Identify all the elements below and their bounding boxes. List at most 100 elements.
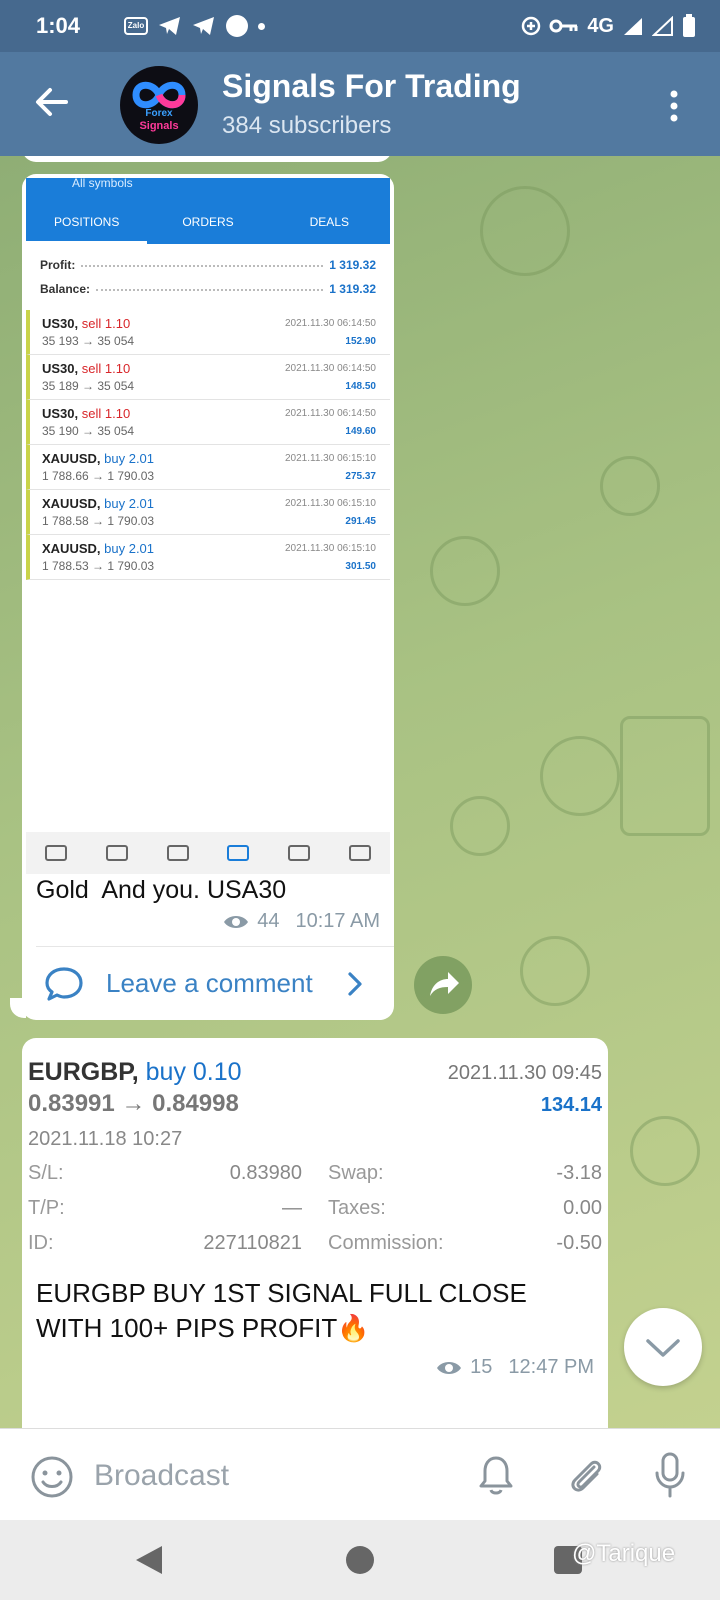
trade-prices: 0.83991 → 0.84998 <box>28 1090 239 1117</box>
nav-home-icon[interactable] <box>346 1546 374 1574</box>
trade-time: 2021.11.30 06:14:50 <box>284 363 376 374</box>
detail-label: T/P: <box>28 1197 65 1219</box>
trade-profit: 152.90 <box>345 336 376 347</box>
trade-prices: 35 193 → 35 054 <box>42 334 135 348</box>
trade-profit: 148.50 <box>345 381 376 392</box>
leave-comment-button[interactable]: Leave a comment <box>22 948 394 1020</box>
detail-row: ID: 227110821 Commission: -0.50 <box>28 1232 602 1267</box>
eye-icon <box>224 915 249 928</box>
detail-value: — <box>282 1197 302 1219</box>
leave-comment-label: Leave a comment <box>106 968 313 998</box>
bell-icon[interactable] <box>476 1453 516 1497</box>
trade-side: buy 0.10 <box>145 1058 242 1086</box>
wallpaper-doodle <box>540 736 620 816</box>
wallpaper-doodle <box>430 536 500 606</box>
trade-time: 2021.11.30 06:15:10 <box>284 453 376 464</box>
trading-app-toolbar: All symbols POSITIONS ORDERS DEALS <box>26 178 390 244</box>
trade-screenshot[interactable]: EURGBP, buy 0.10 2021.11.30 09:45 0.8399… <box>26 1042 604 1262</box>
table-row: US30, sell 1.10 35 189 → 35 054 2021.11.… <box>26 355 390 400</box>
message-input-bar: Broadcast <box>0 1428 720 1520</box>
status-bar: 1:04 Zalo 4G <box>0 0 720 52</box>
detail-value: -0.50 <box>556 1232 602 1254</box>
symbols-label: All symbols <box>72 178 133 190</box>
more-notifications-icon <box>258 22 265 30</box>
message-meta: 15 12:47 PM <box>436 1356 594 1379</box>
data-saver-icon <box>522 16 541 36</box>
subscriber-count: 384 subscribers <box>222 112 392 139</box>
microphone-icon[interactable] <box>652 1451 688 1499</box>
message-bubble[interactable]: EURGBP, buy 0.10 2021.11.30 09:45 0.8399… <box>22 1038 608 1428</box>
eye-icon <box>437 1361 462 1374</box>
trade-symbol: US30, <box>42 316 79 331</box>
trade-prices: 1 788.58 → 1 790.03 <box>42 514 155 528</box>
trade-prices: 1 788.66 → 1 790.03 <box>42 469 155 483</box>
trade-profit: 149.60 <box>345 426 376 437</box>
network-type: 4G <box>587 14 614 37</box>
broadcast-input[interactable]: Broadcast <box>94 1459 229 1493</box>
telegram-icon <box>193 17 214 35</box>
watermark: @Tarique <box>572 1540 676 1567</box>
channel-title[interactable]: Signals For Trading <box>222 68 521 105</box>
forward-arrow-icon <box>430 972 459 996</box>
chevron-down-icon <box>646 1339 680 1357</box>
trade-prices: 35 189 → 35 054 <box>42 379 135 393</box>
detail-label: Commission: <box>328 1232 444 1254</box>
divider <box>36 946 394 947</box>
battery-icon <box>683 14 695 37</box>
close-date: 2021.11.30 09:45 <box>447 1062 602 1084</box>
positions-list: US30, sell 1.10 35 193 → 35 054 2021.11.… <box>26 310 390 580</box>
avatar-text-forex: Forex <box>145 108 173 119</box>
balance-row: Balance: 1 319.32 <box>40 282 376 296</box>
trade-time: 2021.11.30 06:15:10 <box>284 543 376 554</box>
message-time: 10:17 AM <box>295 910 380 932</box>
trade-prices: 1 788.53 → 1 790.03 <box>42 559 155 573</box>
wallpaper-doodle <box>600 456 660 516</box>
chat-header: Forex Signals Signals For Trading 384 su… <box>0 52 720 156</box>
message-bubble[interactable]: All symbols POSITIONS ORDERS DEALS Profi… <box>22 174 394 1020</box>
trend-icon <box>166 845 189 861</box>
trade-prices: 35 190 → 35 054 <box>42 424 135 438</box>
profit-row: Profit: 1 319.32 <box>40 258 376 272</box>
forward-button[interactable] <box>414 956 472 1014</box>
trade-side: sell 1.10 <box>81 361 131 376</box>
emoji-icon[interactable] <box>30 1455 74 1499</box>
trade-symbol: US30, <box>42 361 79 376</box>
detail-label: ID: <box>28 1232 54 1254</box>
trade-time: 2021.11.30 06:15:10 <box>284 498 376 509</box>
channel-avatar[interactable]: Forex Signals <box>120 66 198 144</box>
trade-screenshot[interactable]: All symbols POSITIONS ORDERS DEALS Profi… <box>26 178 390 874</box>
attachment-icon[interactable] <box>564 1453 606 1497</box>
table-row: XAUUSD, buy 2.01 1 788.53 → 1 790.03 202… <box>26 535 390 580</box>
trade-side: sell 1.10 <box>81 316 131 331</box>
history-icon <box>287 845 310 861</box>
message-caption: EURGBP BUY 1ST SIGNAL FULL CLOSE WITH 10… <box>36 1278 527 1343</box>
system-nav-bar: @Tarique <box>0 1520 720 1600</box>
trade-side: buy 2.01 <box>104 496 155 511</box>
wallpaper-doodle <box>520 936 590 1006</box>
trade-profit: 301.50 <box>345 561 376 572</box>
message-caption: Gold And you. USA30 <box>36 876 287 904</box>
more-options-icon[interactable] <box>664 86 684 126</box>
view-count: 44 <box>257 910 280 932</box>
scroll-down-button[interactable] <box>624 1308 702 1386</box>
trading-tabs: POSITIONS ORDERS DEALS <box>26 212 390 244</box>
profit-value: 1 319.32 <box>329 258 376 272</box>
detail-row: S/L: 0.83980 Swap: -3.18 <box>28 1162 602 1197</box>
messages-icon <box>348 845 371 861</box>
tab-orders: ORDERS <box>182 215 234 229</box>
key-icon <box>549 19 578 33</box>
balance-value: 1 319.32 <box>329 282 376 296</box>
trade-symbol: XAUUSD, <box>42 496 101 511</box>
previous-message-bubble <box>22 156 392 162</box>
trade-profit: 275.37 <box>345 471 376 482</box>
message-time: 12:47 PM <box>508 1356 594 1378</box>
nav-back-icon[interactable] <box>134 1544 164 1576</box>
chat-area[interactable]: All symbols POSITIONS ORDERS DEALS Profi… <box>0 156 720 1428</box>
trade-profit: 134.14 <box>540 1094 602 1116</box>
notification-icons: Zalo <box>124 15 265 37</box>
back-arrow-icon[interactable] <box>30 80 74 124</box>
chevron-right-icon <box>348 972 362 996</box>
table-row: US30, sell 1.10 35 193 → 35 054 2021.11.… <box>26 310 390 355</box>
trade-profit: 291.45 <box>345 516 376 527</box>
detail-value: -3.18 <box>556 1162 602 1184</box>
